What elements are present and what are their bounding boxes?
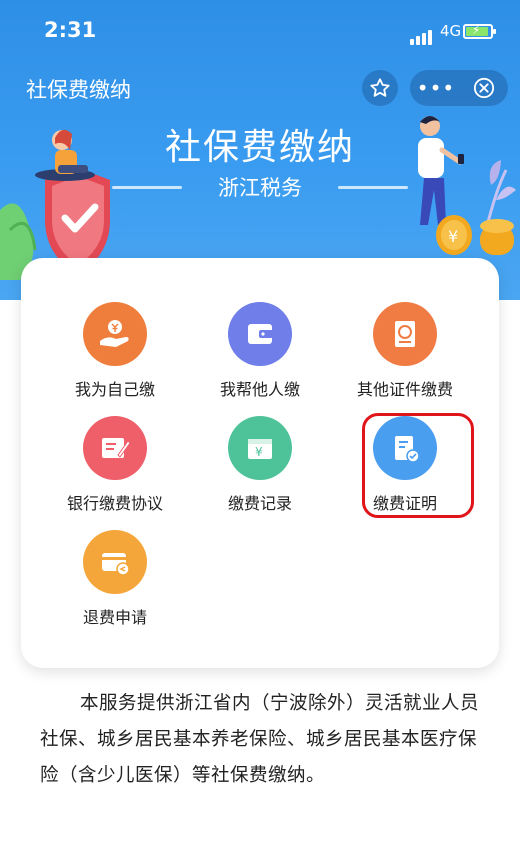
service-label: 其他证件缴费 <box>356 380 453 399</box>
shield-illustration <box>0 129 110 280</box>
service-label: 银行缴费协议 <box>66 494 163 513</box>
close-icon <box>473 77 495 99</box>
network-type: 4G <box>440 22 462 40</box>
service-bank-agreement[interactable]: 银行缴费协议 <box>35 416 195 514</box>
header-banner: 2:31 4G ⚡ 社保费缴纳 ••• 社保费缴纳 浙江税务 ¥ <box>0 0 520 300</box>
svg-text:¥: ¥ <box>448 227 458 246</box>
miniprogram-capsule: ••• <box>410 70 508 106</box>
service-payment-records[interactable]: ¥ 缴费记录 <box>180 416 340 514</box>
agreement-edit-icon <box>83 416 147 480</box>
highlight-outline <box>362 413 474 518</box>
service-refund-application[interactable]: 退费申请 <box>35 530 195 628</box>
payment-record-icon: ¥ <box>228 416 292 480</box>
page-title: 社保费缴纳 <box>26 78 131 102</box>
service-pay-others[interactable]: 我帮他人缴 <box>180 302 340 400</box>
wallet-icon <box>228 302 292 366</box>
passport-icon <box>373 302 437 366</box>
service-description: 本服务提供浙江省内（宁波除外）灵活就业人员社保、城乡居民基本养老保险、城乡居民基… <box>40 693 480 786</box>
service-label: 我帮他人缴 <box>219 380 300 399</box>
service-pay-self[interactable]: 我为自己缴 <box>35 302 195 400</box>
battery-icon: ⚡ <box>463 23 496 39</box>
hand-coin-icon <box>83 302 147 366</box>
service-label: 我为自己缴 <box>74 380 155 399</box>
services-card: 我为自己缴 我帮他人缴 其他证件缴费 银行缴费协议 ¥ 缴费记录 缴费证明 退费… <box>21 258 499 668</box>
more-icon[interactable]: ••• <box>410 70 462 106</box>
status-time: 2:31 <box>44 18 97 42</box>
service-other-document[interactable]: 其他证件缴费 <box>325 302 485 400</box>
favorite-button[interactable] <box>362 70 398 106</box>
refund-card-icon <box>83 530 147 594</box>
status-bar: 2:31 4G ⚡ <box>0 0 520 60</box>
service-label: 缴费记录 <box>227 494 292 513</box>
signal-icon <box>410 26 434 45</box>
man-coins-illustration: ¥ <box>418 116 516 255</box>
star-icon <box>370 78 390 97</box>
service-label: 退费申请 <box>82 608 147 627</box>
svg-text:¥: ¥ <box>255 445 263 459</box>
close-button[interactable] <box>462 77 506 99</box>
